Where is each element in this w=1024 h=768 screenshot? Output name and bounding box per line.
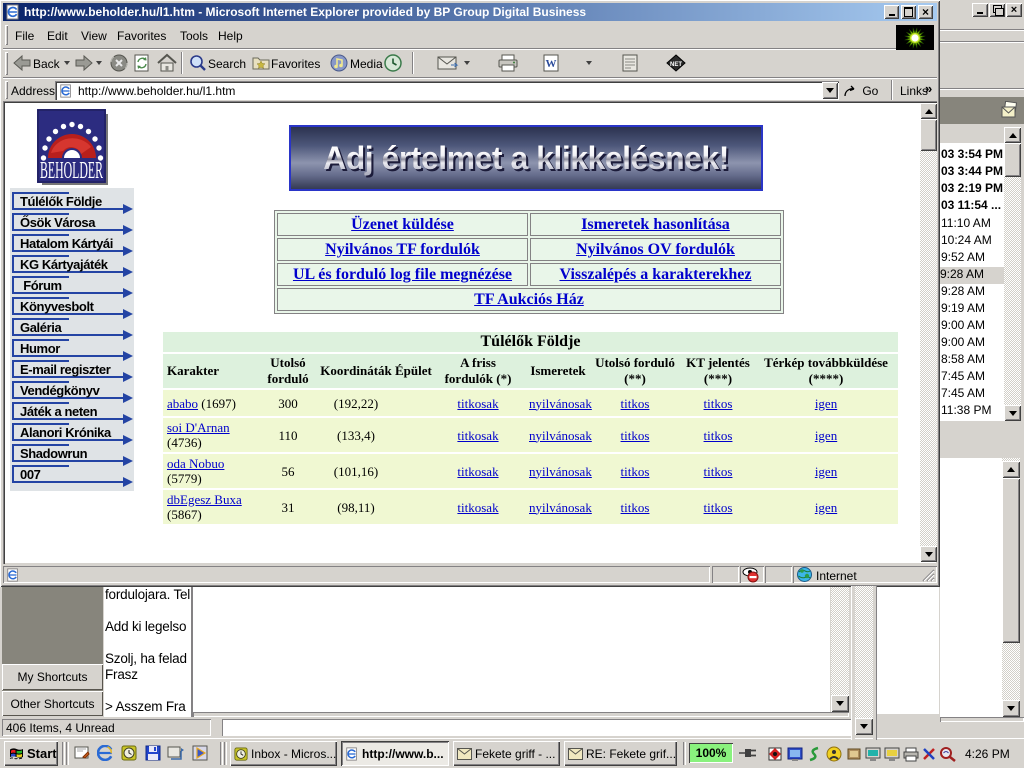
svg-text:BEHOLDER: BEHOLDER — [40, 158, 103, 184]
svg-text:NET: NET — [670, 62, 682, 68]
svg-text:W: W — [546, 58, 557, 70]
